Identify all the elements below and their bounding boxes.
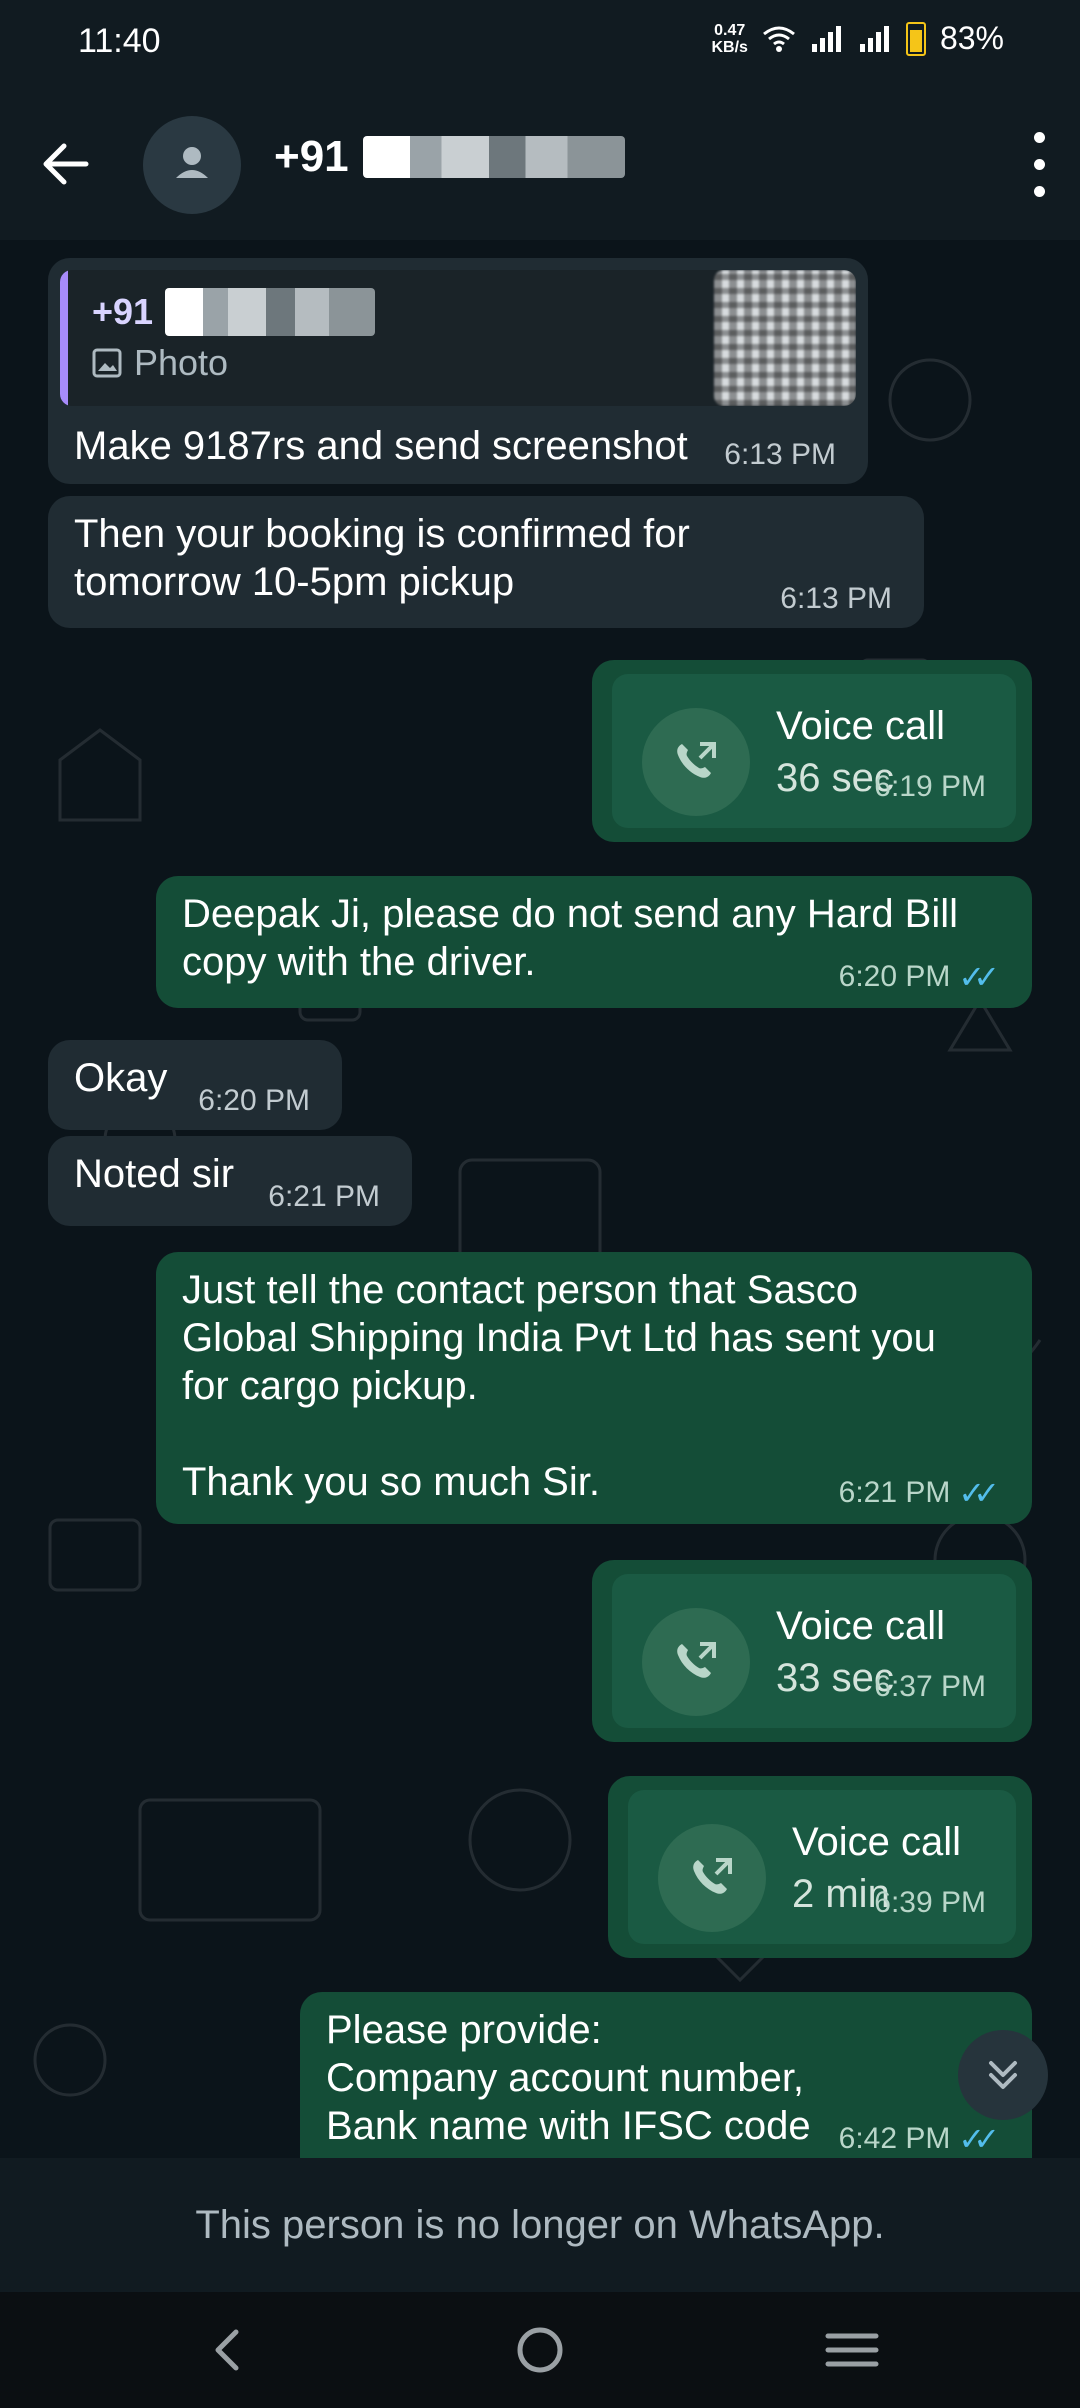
message-meta: 6:20 PM ✓✓ (838, 959, 1000, 995)
message-time: 6:37 PM (874, 1670, 986, 1703)
menu-lines-icon[interactable] (822, 2320, 882, 2380)
voice-call-2[interactable]: Voice call 33 sec 6:37 PM (592, 1560, 1032, 1742)
double-chevron-down-icon (989, 2061, 1017, 2089)
more-vert-icon[interactable] (1028, 130, 1052, 200)
message-incoming-3[interactable]: Okay 6:20 PM (48, 1040, 342, 1130)
circle-icon[interactable] (510, 2320, 570, 2380)
call-title: Voice call (792, 1820, 961, 1864)
network-speed: 0.47 KB/s (711, 21, 748, 56)
double-check-icon: ✓✓ (958, 959, 999, 995)
message-time: 6:13 PM (724, 438, 836, 471)
message-time: 6:19 PM (874, 770, 986, 803)
blocked-footer: This person is no longer on WhatsApp. (0, 2158, 1080, 2292)
call-title: Voice call (776, 1604, 945, 1648)
status-indicators: 0.47 KB/s 83% (712, 20, 1005, 57)
double-check-icon: ✓✓ (958, 2121, 999, 2157)
message-text: Make 9187rs and send screenshot (74, 424, 688, 468)
call-icon-circle (642, 1608, 750, 1716)
message-time: 6:13 PM (780, 582, 892, 615)
battery-percent: 83% (939, 20, 1004, 56)
status-bar: 11:40 0.47 KB/s 83% (0, 0, 1080, 86)
message-text: Just tell the contact person that Sasco … (182, 1268, 936, 1504)
signal-icon-2 (859, 25, 889, 52)
quote-accent-bar (60, 270, 68, 406)
double-check-icon: ✓✓ (958, 1475, 999, 1511)
call-title: Voice call (776, 704, 945, 748)
avatar[interactable] (143, 116, 241, 214)
outgoing-call-icon (677, 742, 716, 778)
scroll-to-bottom-button[interactable] (958, 2030, 1048, 2120)
contact-name[interactable]: +91 (274, 132, 625, 182)
message-list[interactable]: +91 Photo Make 9187rs and send screensho… (0, 240, 1080, 2158)
chevron-left-icon[interactable] (198, 2320, 258, 2380)
quoted-photo-thumbnail (714, 270, 856, 406)
outgoing-call-icon (693, 1858, 732, 1894)
message-incoming-4[interactable]: Noted sir 6:21 PM (48, 1136, 412, 1226)
call-icon-circle (642, 708, 750, 816)
voice-call-3[interactable]: Voice call 2 min 6:39 PM (608, 1776, 1032, 1958)
status-time: 11:40 (78, 22, 161, 60)
call-card: Voice call 2 min (628, 1790, 1016, 1944)
arrow-left-icon[interactable] (40, 138, 92, 190)
call-icon-circle (658, 1824, 766, 1932)
redacted-number (362, 136, 625, 178)
message-time: 6:21 PM (268, 1180, 380, 1213)
message-text: Then your booking is confirmed for tomor… (74, 512, 690, 604)
chat-header: +91 (0, 86, 1080, 240)
voice-call-1[interactable]: Voice call 36 sec 6:19 PM (592, 660, 1032, 842)
battery-icon (905, 21, 926, 56)
message-outgoing-2[interactable]: Just tell the contact person that Sasco … (156, 1252, 1032, 1524)
message-incoming-2[interactable]: Then your booking is confirmed for tomor… (48, 496, 924, 628)
call-card: Voice call 36 sec (612, 674, 1016, 828)
image-icon (92, 348, 122, 378)
signal-icon (811, 25, 841, 52)
navigation-bar (0, 2292, 1080, 2408)
call-card: Voice call 33 sec (612, 1574, 1016, 1728)
person-icon (176, 147, 208, 178)
redacted-number (165, 288, 376, 336)
quote-type: Photo (92, 342, 228, 384)
quoted-message[interactable]: +91 Photo (60, 270, 856, 406)
message-outgoing-3[interactable]: Please provide: Company account number, … (300, 1992, 1032, 2158)
no-longer-on-whatsapp-notice: This person is no longer on WhatsApp. (195, 2202, 885, 2247)
message-outgoing-1[interactable]: Deepak Ji, please do not send any Hard B… (156, 876, 1032, 1008)
message-meta: 6:21 PM ✓✓ (838, 1475, 1000, 1511)
message-meta: 6:42 PM ✓✓ (838, 2121, 1000, 2157)
message-incoming-1[interactable]: +91 Photo Make 9187rs and send screensho… (48, 258, 868, 484)
message-time: 6:20 PM (198, 1084, 310, 1117)
outgoing-call-icon (677, 1642, 716, 1678)
quote-sender: +91 (92, 288, 376, 336)
message-time: 6:39 PM (874, 1886, 986, 1919)
wifi-icon (763, 26, 795, 52)
